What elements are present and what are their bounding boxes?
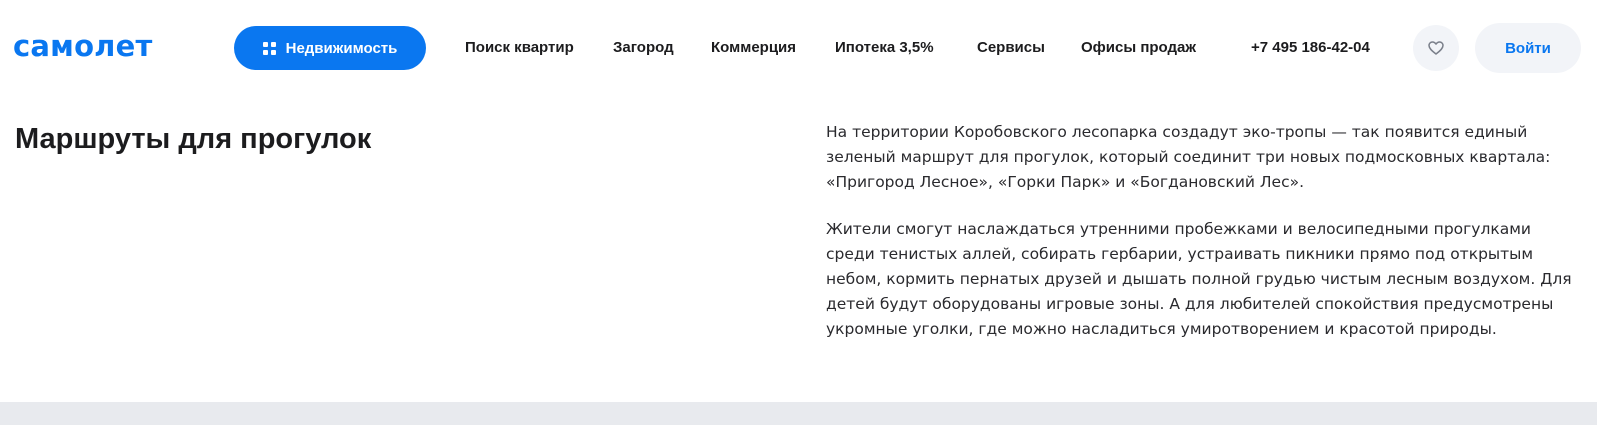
login-button[interactable]: Войти <box>1475 23 1581 73</box>
description-paragraph: На территории Коробовского лесопарка соз… <box>826 123 1551 191</box>
realty-menu-button[interactable]: Недвижимость <box>234 26 426 70</box>
section-title: Маршруты для прогулок <box>15 123 372 155</box>
nav-item-country[interactable]: Загород <box>613 37 674 59</box>
nav-item-services[interactable]: Сервисы <box>977 37 1045 59</box>
description-paragraph: Жители смогут наслаждаться утренними про… <box>826 220 1572 338</box>
site-header: самолет Недвижимость Поиск квартир Загор… <box>0 0 1597 95</box>
nav-item-sales-offices[interactable]: Офисы продаж <box>1081 37 1196 59</box>
logo[interactable]: самолет <box>13 26 153 66</box>
nav-item-mortgage[interactable]: Ипотека 3,5% <box>835 37 934 59</box>
description: На территории Коробовского лесопарка соз… <box>826 120 1581 342</box>
realty-button-label: Недвижимость <box>285 39 398 57</box>
heart-icon <box>1428 41 1444 55</box>
footer-band <box>0 402 1597 425</box>
favorites-button[interactable] <box>1413 25 1459 71</box>
nav-item-commercial[interactable]: Коммерция <box>711 37 796 59</box>
phone-number[interactable]: +7 495 186-42-04 <box>1251 37 1370 59</box>
nav-item-apartment-search[interactable]: Поиск квартир <box>465 37 574 59</box>
grid-icon <box>262 41 276 55</box>
